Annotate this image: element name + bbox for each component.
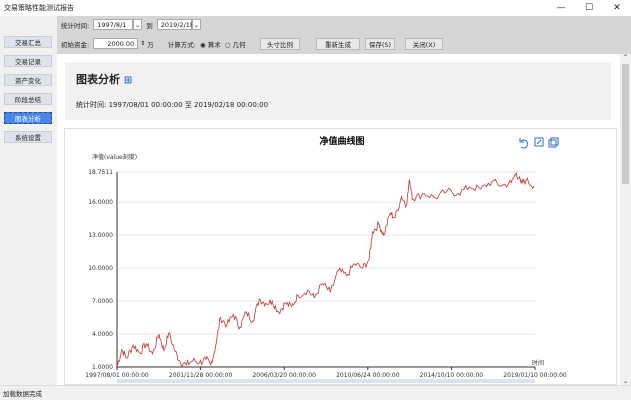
status-bar: 加载数据完成 xyxy=(0,385,631,400)
window-title: 交易策略性能测试报告 xyxy=(4,4,74,12)
period-text: 统计时间: 1997/08/01 00:00:00 至 2019/02/18 0… xyxy=(76,101,269,109)
start-date-value: 1997/8/1 xyxy=(97,20,127,29)
scroll-up-icon[interactable]: ⌃ xyxy=(620,54,631,61)
restore-icon[interactable] xyxy=(519,138,529,149)
period-label: 统计时间: xyxy=(61,21,90,30)
radio-arithmetic-label: 算术 xyxy=(207,40,221,49)
y-tick-label: 16.0000 xyxy=(88,199,113,206)
sidebar-nav: 交易汇总 交易记录 资产变化 阶段总结 图表分析 系统设置 xyxy=(0,16,57,385)
x-tick-label: 2014/10/10 00:00:00 xyxy=(420,372,484,379)
chart-title: 净值曲线图 xyxy=(319,135,364,147)
page-title: 图表分析 ⊞ xyxy=(76,71,132,87)
nav-item-trade-records[interactable]: 交易记录 xyxy=(4,55,52,67)
nav-item-asset-change[interactable]: 资产变化 xyxy=(4,74,52,86)
regenerate-button[interactable]: 重新生成 xyxy=(316,38,360,50)
x-tick-label: 2019/01/10 00:00:00 xyxy=(503,372,567,379)
capital-label: 初始资金: xyxy=(61,40,90,49)
y-tick-label: 1.0000 xyxy=(92,364,113,371)
y-tick-label: 7.0000 xyxy=(92,298,113,305)
x-tick-label: 2010/06/24 00:00:00 xyxy=(336,372,400,379)
title-bar: 交易策略性能测试报告 — ☐ ✕ xyxy=(0,0,631,16)
end-date-picker[interactable]: 2019/2/18 xyxy=(156,19,195,30)
status-text: 加载数据完成 xyxy=(3,390,42,398)
scroll-down-icon[interactable]: ⌄ xyxy=(620,378,631,385)
end-date-value: 2019/2/18 xyxy=(160,20,195,29)
y-tick-label: 10.0000 xyxy=(88,265,113,272)
save-image-icon[interactable] xyxy=(548,137,559,148)
capital-input[interactable]: 2000.00 xyxy=(93,38,139,49)
radio-geometric[interactable]: ○ 几何 xyxy=(225,39,246,49)
y-tick-label: 18.7511 xyxy=(88,169,113,176)
close-button[interactable]: 关闭(X) xyxy=(405,38,443,50)
scrollbar-thumb[interactable] xyxy=(622,64,629,184)
minimize-button[interactable]: — xyxy=(547,0,575,16)
vertical-scrollbar[interactable]: ⌃ ⌄ xyxy=(620,54,631,385)
start-date-picker[interactable]: 1997/8/1 xyxy=(93,19,134,30)
y-tick-label: 13.0000 xyxy=(88,232,113,239)
nav-item-chart-analysis[interactable]: 图表分析 xyxy=(4,112,52,124)
start-date-dropdown-icon[interactable]: ⌄ xyxy=(133,19,143,30)
x-tick-label: 2001/11/28 00:00:00 xyxy=(169,372,233,379)
capital-unit: 万 xyxy=(147,40,154,49)
x-tick-label: 1997/08/01 00:00:00 xyxy=(85,372,149,379)
nav-item-system-settings[interactable]: 系统设置 xyxy=(4,131,52,143)
radio-geometric-label: 几何 xyxy=(232,40,246,49)
chart-card: 净值曲线图 净值(value刻度) 时间 1.0000 4.0000 7.0000 1… xyxy=(64,128,617,385)
capital-value: 2000.00 xyxy=(107,39,135,48)
end-date-dropdown-icon[interactable]: ⌄ xyxy=(191,19,201,30)
data-zoom-icon[interactable] xyxy=(534,137,544,147)
nav-item-trade-summary[interactable]: 交易汇总 xyxy=(4,36,52,48)
maximize-button[interactable]: ☐ xyxy=(575,0,603,16)
nav-item-stage-summary[interactable]: 阶段总结 xyxy=(4,93,52,105)
save-button[interactable]: 保存(S) xyxy=(365,38,395,50)
report-content: 图表分析 ⊞ 统计时间: 1997/08/01 00:00:00 至 2019/… xyxy=(57,54,620,385)
toolbar: 统计时间: 1997/8/1 ⌄ 到 2019/2/18 ⌄ 初始资金: 200… xyxy=(57,16,631,54)
page-title-text: 图表分析 xyxy=(76,73,120,86)
header-card: 图表分析 ⊞ 统计时间: 1997/08/01 00:00:00 至 2019/… xyxy=(65,62,611,120)
y-axis-label: 净值(value刻度) xyxy=(92,153,137,161)
radio-arithmetic[interactable]: ◉ 算术 xyxy=(200,39,221,49)
x-axis-label: 时间 xyxy=(532,359,544,367)
net-value-chart: 净值曲线图 净值(value刻度) 时间 1.0000 4.0000 7.0000 1… xyxy=(85,135,567,383)
x-tick-label: 2006/03/20 00:00:00 xyxy=(252,372,316,379)
to-label: 到 xyxy=(146,21,153,30)
expand-plus-icon[interactable]: ⊞ xyxy=(124,75,132,86)
close-window-button[interactable]: ✕ xyxy=(603,0,631,16)
data-zoom-slider[interactable] xyxy=(117,379,535,383)
position-ratio-button[interactable]: 头寸比例 xyxy=(260,38,300,50)
y-tick-label: 4.0000 xyxy=(92,331,113,338)
calc-method-label: 计算方式: xyxy=(167,40,196,49)
capital-spinner-icon[interactable]: ⇕ xyxy=(140,40,145,47)
